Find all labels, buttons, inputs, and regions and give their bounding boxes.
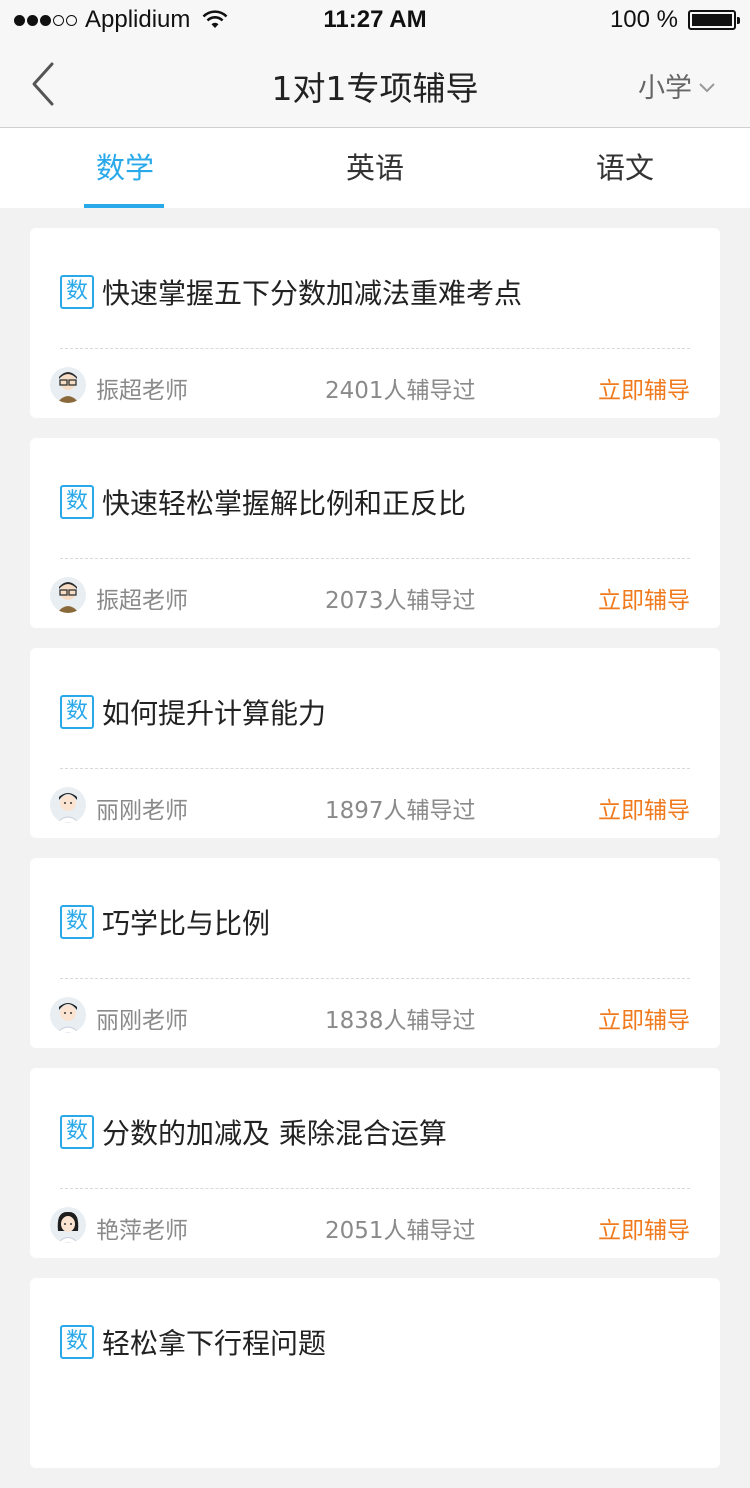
course-title-row: 数 如何提升计算能力 <box>60 692 326 732</box>
teacher-name: 艳萍老师 <box>96 1218 188 1244</box>
back-button[interactable] <box>22 60 66 108</box>
subject-badge: 数 <box>60 275 94 309</box>
male-teacher-avatar <box>50 997 86 1033</box>
tutor-now-button[interactable]: 立即辅导 <box>598 371 690 405</box>
course-card[interactable]: 数 巧学比与比例 丽刚老师 1838人辅导过 立即辅导 <box>30 858 720 1048</box>
course-title: 分数的加减及 乘除混合运算 <box>102 1117 447 1150</box>
course-card[interactable]: 数 快速掌握五下分数加减法重难考点 振超老师 2401人辅导过 立即辅导 <box>30 228 720 418</box>
chevron-left-icon <box>32 62 54 106</box>
tutor-now-button[interactable]: 立即辅导 <box>598 791 690 825</box>
divider <box>60 558 690 559</box>
divider <box>60 768 690 769</box>
chevron-down-icon <box>699 82 715 92</box>
subject-badge: 数 <box>60 1325 94 1359</box>
grade-selector[interactable]: 小学 <box>638 66 716 105</box>
course-title: 轻松拿下行程问题 <box>102 1327 327 1360</box>
subject-badge: 数 <box>60 905 94 939</box>
course-title-row: 数 快速掌握五下分数加减法重难考点 <box>60 272 522 312</box>
navigation-bar: 1对1专项辅导 小学 <box>0 40 750 128</box>
tab-english[interactable]: 英语 <box>250 128 500 208</box>
course-footer: 艳萍老师 2051人辅导过 立即辅导 <box>50 1207 690 1245</box>
course-title-row: 数 轻松拿下行程问题 <box>60 1322 326 1362</box>
teacher-name: 丽刚老师 <box>96 1008 188 1034</box>
course-card[interactable]: 数 分数的加减及 乘除混合运算 艳萍老师 2051人辅导过 立即辅导 <box>30 1068 720 1258</box>
course-list: 数 快速掌握五下分数加减法重难考点 振超老师 2401人辅导过 立即辅导 数 快… <box>30 228 720 1488</box>
status-bar: Applidium 11:27 AM 100 % <box>0 0 750 40</box>
male-teacher-avatar <box>50 787 86 823</box>
male-teacher-glasses-avatar <box>50 577 86 613</box>
subject-badge: 数 <box>60 1115 94 1149</box>
tutor-now-button[interactable]: 立即辅导 <box>598 581 690 615</box>
course-card[interactable]: 数 快速轻松掌握解比例和正反比 振超老师 2073人辅导过 立即辅导 <box>30 438 720 628</box>
tutored-count: 2051人辅导过 <box>325 1218 476 1244</box>
course-footer: 丽刚老师 1897人辅导过 立即辅导 <box>50 787 690 825</box>
subject-badge: 数 <box>60 485 94 519</box>
course-card[interactable]: 数 轻松拿下行程问题 <box>30 1278 720 1468</box>
subject-badge: 数 <box>60 695 94 729</box>
female-teacher-avatar <box>50 1207 86 1243</box>
status-right: 100 % <box>609 6 740 34</box>
teacher-name: 振超老师 <box>96 378 188 404</box>
tutored-count: 2073人辅导过 <box>325 588 476 614</box>
course-title-row: 数 分数的加减及 乘除混合运算 <box>60 1112 447 1152</box>
grade-label: 小学 <box>638 73 692 104</box>
course-title: 巧学比与比例 <box>102 907 271 940</box>
course-card[interactable]: 数 如何提升计算能力 丽刚老师 1897人辅导过 立即辅导 <box>30 648 720 838</box>
course-footer: 振超老师 2401人辅导过 立即辅导 <box>50 367 690 405</box>
divider <box>60 348 690 349</box>
tutor-now-button[interactable]: 立即辅导 <box>598 1001 690 1035</box>
subject-tabs: 数学 英语 语文 <box>0 128 750 208</box>
tab-math[interactable]: 数学 <box>0 128 250 208</box>
teacher-name: 丽刚老师 <box>96 798 188 824</box>
tab-chinese[interactable]: 语文 <box>500 128 750 208</box>
battery-icon <box>688 10 740 30</box>
course-footer: 丽刚老师 1838人辅导过 立即辅导 <box>50 997 690 1035</box>
course-title: 快速掌握五下分数加减法重难考点 <box>102 277 523 310</box>
teacher-name: 振超老师 <box>96 588 188 614</box>
course-title-row: 数 快速轻松掌握解比例和正反比 <box>60 482 466 522</box>
male-teacher-glasses-avatar <box>50 367 86 403</box>
course-title: 如何提升计算能力 <box>102 697 327 730</box>
divider <box>60 1188 690 1189</box>
battery-percentage: 100 % <box>609 6 678 33</box>
tutored-count: 1897人辅导过 <box>325 798 476 824</box>
active-tab-indicator <box>84 204 164 208</box>
tutor-now-button[interactable]: 立即辅导 <box>598 1211 690 1245</box>
tutored-count: 2401人辅导过 <box>325 378 476 404</box>
course-title: 快速轻松掌握解比例和正反比 <box>102 487 467 520</box>
course-footer: 振超老师 2073人辅导过 立即辅导 <box>50 577 690 615</box>
divider <box>60 978 690 979</box>
course-title-row: 数 巧学比与比例 <box>60 902 270 942</box>
tutored-count: 1838人辅导过 <box>325 1008 476 1034</box>
